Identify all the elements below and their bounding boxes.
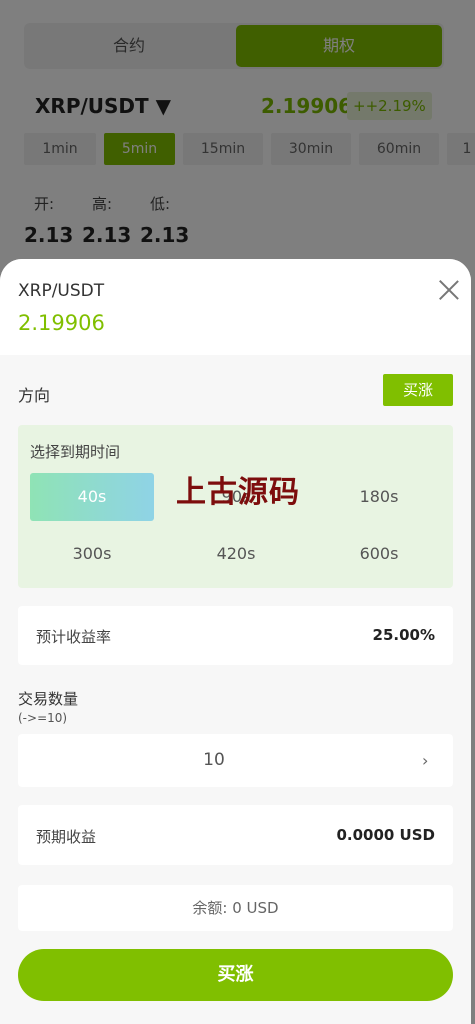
watermark-text: 上古源码: [176, 475, 300, 510]
expiry-option-420s[interactable]: 420s: [174, 530, 298, 578]
expiry-selector: 选择到期时间 40s 90s 180s 300s 420s 600s 上古源码: [18, 425, 453, 588]
balance-text: 余额: 0 USD: [192, 899, 279, 917]
balance-card: 余额: 0 USD: [18, 885, 453, 931]
sheet-price: 2.19906: [18, 311, 105, 335]
expiry-option-180s[interactable]: 180s: [317, 473, 441, 521]
chevron-right-icon: ›: [422, 751, 429, 770]
quantity-value: 10: [203, 750, 225, 770]
order-sheet: XRP/USDT 2.19906 方向 买涨 选择到期时间 40s 90s 18…: [0, 259, 471, 1024]
expected-rate-card: 预计收益率 25.00%: [18, 606, 453, 665]
buy-up-submit-button[interactable]: 买涨: [18, 949, 453, 1001]
quantity-label: 交易数量: [18, 690, 79, 708]
expiry-option-300s[interactable]: 300s: [30, 530, 154, 578]
direction-label: 方向: [18, 386, 51, 405]
direction-buy-up-button[interactable]: 买涨: [383, 374, 453, 406]
sheet-header: XRP/USDT 2.19906: [0, 259, 471, 355]
expected-profit-value: 0.0000 USD: [336, 826, 435, 844]
close-icon[interactable]: [434, 275, 464, 305]
expected-profit-label: 预期收益: [36, 828, 97, 846]
expected-rate-value: 25.00%: [372, 626, 435, 644]
expiry-option-600s[interactable]: 600s: [317, 530, 441, 578]
expected-rate-label: 预计收益率: [36, 628, 112, 646]
quantity-selector[interactable]: 10 ›: [18, 734, 453, 787]
expected-profit-card: 预期收益 0.0000 USD: [18, 805, 453, 865]
expiry-title: 选择到期时间: [30, 443, 121, 461]
quantity-hint: (->=10): [18, 711, 68, 725]
sheet-pair-name: XRP/USDT: [18, 281, 105, 301]
expiry-option-40s[interactable]: 40s: [30, 473, 154, 521]
